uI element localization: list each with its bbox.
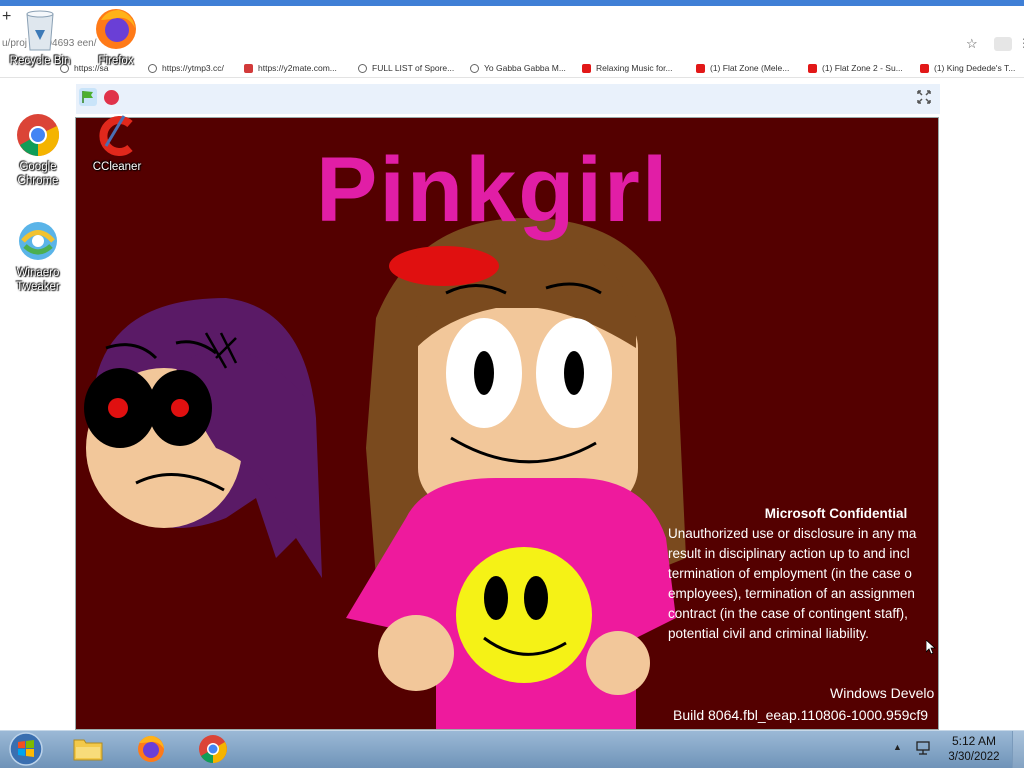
desktop-icon-label: Google Chrome <box>17 161 59 187</box>
chrome-icon <box>15 112 61 158</box>
bookmark-item[interactable]: FULL LIST of Spore... <box>358 61 454 75</box>
watermark-line: employees), termination of an assignmen <box>668 586 915 601</box>
desktop-icon-winaero-tweaker[interactable]: Winaero Tweaker <box>0 218 76 294</box>
bookmark-item[interactable]: (1) Flat Zone 2 - Su... <box>808 61 903 75</box>
taskbar-firefox[interactable] <box>133 732 169 766</box>
mouse-cursor-icon <box>925 639 937 659</box>
clock-date[interactable]: 3/30/2022 <box>944 751 1004 763</box>
green-flag-button[interactable] <box>79 88 97 106</box>
windows-logo-icon <box>9 732 43 766</box>
desktop-icon-recycle-bin[interactable]: Recycle Bin <box>2 6 78 68</box>
show-hidden-icons-button[interactable]: ▲ <box>893 742 902 752</box>
bookmark-item[interactable]: Yo Gabba Gabba M... <box>470 61 566 75</box>
folder-icon <box>73 739 103 761</box>
pinkgirl-character <box>346 218 686 729</box>
youtube-icon <box>808 63 817 73</box>
watermark-body: Unauthorized use or disclosure in any ma… <box>668 524 940 644</box>
globe-icon <box>358 63 367 73</box>
fullscreen-button[interactable] <box>916 89 932 105</box>
firefox-icon <box>93 6 139 52</box>
desktop-icon-firefox[interactable]: Firefox <box>78 6 154 68</box>
youtube-icon <box>696 63 705 73</box>
extension-icon[interactable] <box>994 37 1012 51</box>
bookmark-item[interactable]: Relaxing Music for... <box>582 61 673 75</box>
desktop-icon-label: Winaero Tweaker <box>16 267 60 293</box>
watermark-windows-version: Windows Develo <box>830 685 935 701</box>
browser-menu-icon[interactable]: ⋮ <box>1018 36 1024 50</box>
watermark-line: termination of employment (in the case o <box>668 566 912 581</box>
green-flag-icon <box>82 91 93 103</box>
ccleaner-icon <box>94 112 140 158</box>
save-icon <box>244 63 253 73</box>
watermark-line: Unauthorized use or disclosure in any ma <box>668 526 917 541</box>
watermark-line: result in disciplinary action up to and … <box>668 546 910 561</box>
bookmark-item[interactable]: https://ytmp3.cc/ <box>148 61 224 75</box>
microsoft-confidential-watermark: Microsoft Confidential Unauthorized use … <box>668 504 940 644</box>
player-controls-bar <box>76 84 940 114</box>
start-button[interactable] <box>8 732 44 766</box>
bookmark-item[interactable]: (1) King Dedede's T... <box>920 61 1015 75</box>
bookmark-star-icon[interactable]: ☆ <box>966 36 978 52</box>
desktop-icon-label: CCleaner <box>92 161 142 173</box>
watermark-line: contract (in the case of contingent staf… <box>668 606 908 621</box>
watermark-line: potential civil and criminal liability. <box>668 626 869 641</box>
clock-time[interactable]: 5:12 AM <box>948 734 1000 748</box>
taskbar-chrome[interactable] <box>195 732 231 766</box>
desktop-icon-label: Firefox <box>98 55 134 67</box>
recycle-bin-icon <box>17 6 63 52</box>
watermark-title: Microsoft Confidential <box>764 506 908 521</box>
fullscreen-icon <box>917 90 931 104</box>
winaero-tweaker-icon <box>15 218 61 264</box>
pinkgirl-title: Pinkgirl <box>316 139 670 241</box>
desktop-icon-google-chrome[interactable]: Google Chrome <box>0 112 76 188</box>
firefox-icon <box>138 735 164 762</box>
bookmark-item[interactable]: (1) Flat Zone (Mele... <box>696 61 789 75</box>
desktop-icon-label: Recycle Bin <box>9 55 71 67</box>
bookmark-item[interactable]: https://y2mate.com... <box>244 61 337 75</box>
show-desktop-button[interactable] <box>1012 731 1024 768</box>
youtube-icon <box>920 63 929 73</box>
network-icon[interactable] <box>915 740 931 761</box>
globe-icon <box>470 63 479 73</box>
chrome-icon <box>199 735 227 763</box>
taskbar-file-explorer[interactable] <box>70 732 106 766</box>
watermark-build: Build 8064.fbl_eeap.110806-1000.959cf9 <box>673 707 929 723</box>
stop-button[interactable] <box>104 90 119 105</box>
youtube-icon <box>582 63 591 73</box>
desktop-icon-ccleaner[interactable]: CCleaner <box>79 112 155 174</box>
